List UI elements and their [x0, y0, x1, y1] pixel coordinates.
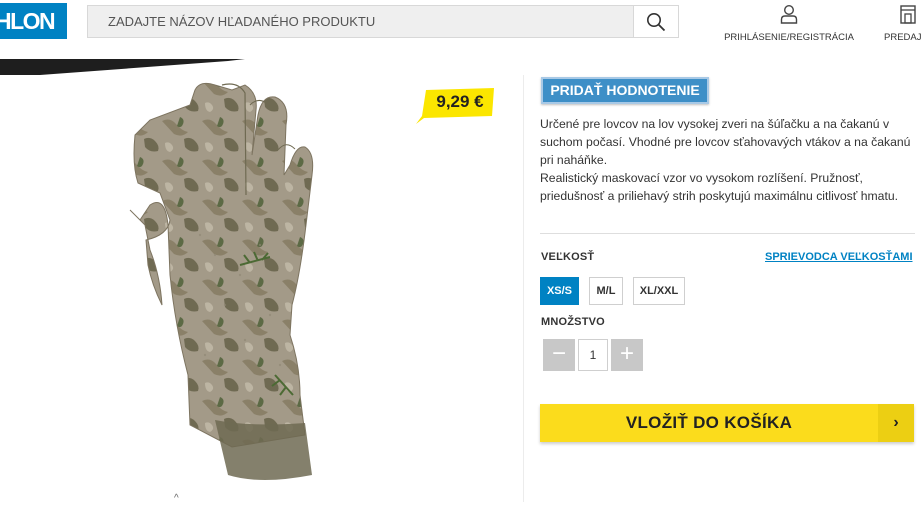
product-description: Určené pre lovcov na lov vysokej zveri n… [540, 115, 912, 205]
quantity-increase-button[interactable]: + [611, 339, 643, 371]
login-label: PRIHLÁSENIE/REGISTRÁCIA [724, 32, 854, 43]
stores-link[interactable]: PREDAJ [884, 4, 924, 43]
glove-image [129, 82, 314, 480]
login-link[interactable]: PRIHLÁSENIE/REGISTRÁCIA [724, 4, 854, 43]
add-review-button[interactable]: PRIDAŤ HODNOTENIE [541, 77, 709, 104]
add-to-cart-label: VLOŽIŤ DO KOŠÍKA [625, 413, 793, 432]
section-divider [540, 233, 915, 234]
size-guide-link[interactable]: SPRIEVODCA VEĽKOSŤAMI [765, 251, 913, 263]
size-label: VEĽKOSŤ [541, 251, 595, 263]
store-icon [900, 5, 916, 24]
add-to-cart-button[interactable]: VLOŽIŤ DO KOŠÍKA › [540, 404, 914, 442]
chevron-right-icon: › [878, 404, 914, 442]
size-option-m-l[interactable]: M/L [589, 277, 623, 305]
stores-label: PREDAJ [884, 32, 922, 43]
column-divider [523, 75, 524, 502]
product-image[interactable] [0, 75, 523, 502]
price: 9,29 € [436, 92, 484, 111]
quantity-decrease-button[interactable]: − [543, 339, 575, 371]
size-option-xs-s[interactable]: XS/S [540, 277, 579, 305]
search-button[interactable] [633, 6, 678, 37]
header-accent-bar [0, 59, 245, 75]
user-icon [780, 4, 798, 24]
size-option-xl-xxl[interactable]: XL/XXL [633, 277, 685, 305]
quantity-label: MNOŽSTVO [541, 316, 605, 328]
search-icon [647, 12, 666, 31]
search-input[interactable] [88, 6, 634, 37]
description-paragraph: Realistický maskovací vzor vo vysokom ro… [540, 171, 898, 203]
carousel-up-icon[interactable]: ^ [174, 493, 179, 504]
brand-logo[interactable]: HLON [0, 3, 67, 39]
description-paragraph: Určené pre lovcov na lov vysokej zveri n… [540, 117, 911, 167]
quantity-input[interactable]: 1 [578, 339, 608, 371]
search-bar [87, 5, 679, 38]
